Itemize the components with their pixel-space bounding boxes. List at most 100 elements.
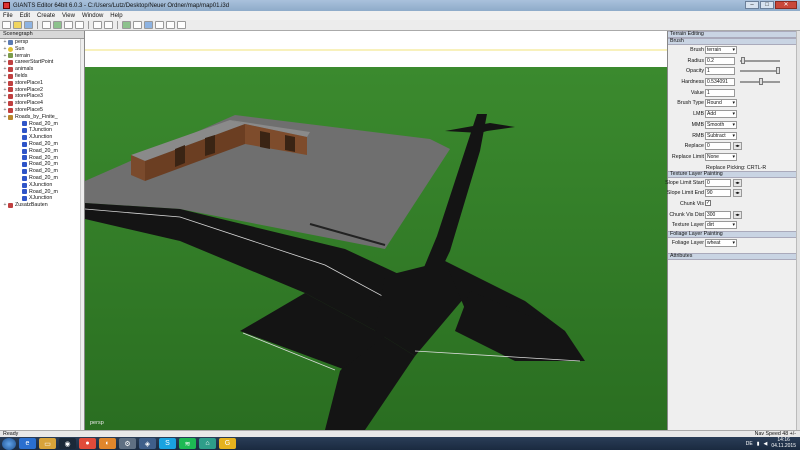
scale-tool-icon[interactable] [75,21,84,29]
texture-layer-select[interactable]: dirt [705,221,737,230]
radius-slider[interactable] [740,56,780,64]
scenegraph-item[interactable]: Road_20_m [0,161,84,168]
replace-pick-button[interactable]: ◂▸ [733,142,742,151]
scenegraph-item[interactable]: Road_20_m [0,175,84,182]
menu-edit[interactable]: Edit [20,13,30,19]
menu-window[interactable]: Window [82,13,103,19]
slope-end-pick-button[interactable]: ◂▸ [733,189,742,198]
language-indicator[interactable]: DE [746,441,753,447]
car-icon[interactable] [133,21,142,29]
settings-icon[interactable]: ⚙ [119,438,136,449]
scenegraph-item[interactable]: Road_20_m [0,121,84,128]
brush-select[interactable]: terrain [705,46,737,54]
rotate-tool-icon[interactable] [64,21,73,29]
slope-start-pick-button[interactable]: ◂▸ [733,178,742,187]
hardness-slider-knob[interactable] [759,78,764,86]
slope-start-input[interactable]: 0 [705,178,731,187]
scenegraph-item[interactable]: + storePlace1 [0,80,84,87]
radius-slider-knob[interactable] [740,56,745,64]
scenegraph-scrollbar[interactable] [80,39,84,430]
scenegraph-item[interactable]: XJunction [0,182,84,189]
skype-icon[interactable]: S [159,438,176,449]
terrain-paint-icon[interactable] [104,21,113,29]
chunk-vis-dist-input[interactable]: 300 [705,210,731,219]
object-icon[interactable] [166,21,175,29]
explorer-icon[interactable]: ▭ [39,438,56,449]
hardness-slider[interactable] [740,78,780,86]
lmb-select[interactable]: Add [705,110,737,119]
chunk-vis-checkbox[interactable]: ✓ [705,200,711,207]
scenegraph-item[interactable]: + careerStartPoint [0,59,84,66]
menu-file[interactable]: File [3,13,13,19]
clock[interactable]: 14:16 04.11.2015 [771,437,796,449]
menu-help[interactable]: Help [110,13,122,19]
brush-section-header[interactable]: Brush [668,38,800,45]
opacity-slider[interactable] [740,67,780,75]
steam-icon[interactable]: ◉ [59,438,76,449]
play-icon[interactable] [177,21,186,29]
scenegraph-item[interactable]: Road_20_m [0,148,84,155]
terrain-editing-header[interactable]: Terrain Editing [668,31,800,38]
network-icon[interactable]: ▮ [757,441,760,447]
menu-create[interactable]: Create [37,13,55,19]
foliage-layer-header[interactable]: Foliage Layer Painting [668,231,800,238]
firefox-icon[interactable]: ◐ [99,438,116,449]
scenegraph-item[interactable]: + persp [0,39,84,46]
scenegraph-item[interactable]: Road_20_m [0,141,84,148]
editor-icon[interactable]: ◈ [139,438,156,449]
panel-scrollbar[interactable] [796,31,800,430]
new-file-icon[interactable] [2,21,11,29]
chrome-icon[interactable]: ● [79,438,96,449]
giants-icon[interactable]: G [219,438,236,449]
scenegraph-item[interactable]: + storePlace3 [0,93,84,100]
ie-icon[interactable]: e [19,438,36,449]
texture-layer-header[interactable]: Texture Layer Painting [668,170,800,178]
scenegraph-item[interactable]: + storePlace4 [0,100,84,107]
scenegraph-item[interactable]: + terrain [0,53,84,60]
replace-limit-select[interactable]: None [705,152,737,161]
spotify-icon[interactable]: ≋ [179,438,196,449]
scenegraph-item[interactable]: + Sun [0,46,84,53]
scenegraph-item[interactable]: + storePlace5 [0,107,84,114]
scenegraph-item[interactable]: + ZusatzBauten [0,202,84,209]
start-button[interactable] [2,437,16,450]
terrain-sculpt-icon[interactable] [93,21,102,29]
save-icon[interactable] [24,21,33,29]
scenegraph-item[interactable]: + fields [0,73,84,80]
scenegraph-item[interactable]: XJunction [0,195,84,202]
opacity-slider-knob[interactable] [776,67,780,75]
scenegraph-item[interactable]: TJunction [0,127,84,134]
rmb-select[interactable]: Subtract [705,131,737,140]
value-input[interactable]: 1 [705,88,735,97]
open-file-icon[interactable] [13,21,22,29]
scenegraph-item[interactable]: Road_20_m [0,189,84,196]
foliage-layer-select[interactable]: wheat [705,239,737,247]
grass-icon[interactable] [122,21,131,29]
slope-end-input[interactable]: 90 [705,189,731,198]
mmb-select[interactable]: Smooth [705,120,737,129]
camera-tool-icon[interactable] [144,21,153,29]
scenegraph-item[interactable]: + storePlace2 [0,87,84,94]
move-tool-icon[interactable] [53,21,62,29]
viewport-3d[interactable]: persp [85,31,667,430]
replace-input[interactable]: 0 [705,142,731,151]
scenegraph-item[interactable]: Road_20_m [0,168,84,175]
scenegraph-item[interactable]: + Roads_by_Finite_ [0,114,84,121]
brush-type-select[interactable]: Round [705,99,737,108]
light-tool-icon[interactable] [155,21,164,29]
volume-icon[interactable]: ◀ [763,441,767,447]
maximize-button[interactable]: □ [760,1,774,9]
select-tool-icon[interactable] [42,21,51,29]
scenegraph-item[interactable]: + animals [0,66,84,73]
close-button[interactable]: ✕ [775,1,797,9]
attributes-header[interactable]: Attributes [668,252,800,260]
menu-view[interactable]: View [62,13,75,19]
opacity-input[interactable]: 1 [705,67,735,76]
chunk-vis-dist-pick-button[interactable]: ◂▸ [733,210,742,219]
minimize-button[interactable]: – [745,1,759,9]
radius-input[interactable]: 0.2 [705,56,735,65]
scenegraph-item[interactable]: Road_20_m [0,155,84,162]
store-icon[interactable]: ⌂ [199,438,216,449]
hardness-input[interactable]: 0.534091 [705,78,735,87]
scenegraph-item[interactable]: XJunction [0,134,84,141]
